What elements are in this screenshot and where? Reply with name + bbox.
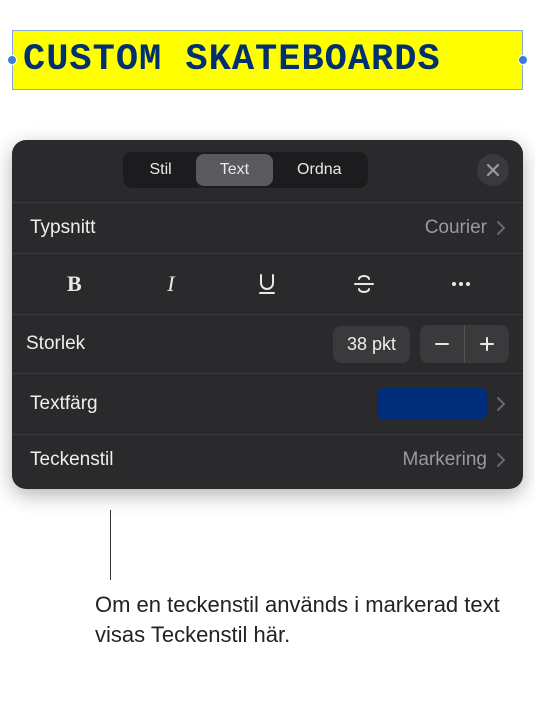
selected-text-box[interactable]: CUSTOM SKATEBOARDS	[12, 30, 523, 90]
tab-segmented-control: Stil Text Ordna	[123, 152, 367, 188]
size-stepper	[420, 325, 509, 363]
size-increase-button[interactable]	[465, 325, 509, 363]
plus-icon	[478, 335, 496, 353]
size-label: Storlek	[26, 333, 323, 355]
callout-text: Om en teckenstil används i markerad text…	[55, 545, 530, 649]
underline-icon	[255, 272, 279, 296]
strikethrough-icon	[352, 272, 376, 296]
chevron-right-icon	[497, 453, 505, 467]
ellipsis-icon	[449, 272, 473, 296]
font-row[interactable]: Typsnitt Courier	[12, 202, 523, 253]
format-panel: Stil Text Ordna Typsnitt Courier B I Sto…	[12, 140, 523, 489]
text-color-row[interactable]: Textfärg	[12, 373, 523, 434]
callout-leader-line	[110, 510, 111, 580]
resize-handle-left[interactable]	[7, 55, 17, 65]
size-value[interactable]: 38 pkt	[333, 326, 410, 363]
text-style-row: B I	[12, 253, 523, 314]
font-label: Typsnitt	[30, 217, 95, 239]
size-decrease-button[interactable]	[420, 325, 464, 363]
underline-button[interactable]	[239, 264, 295, 304]
bold-button[interactable]: B	[46, 264, 102, 304]
character-style-label: Teckenstil	[30, 449, 113, 471]
close-button[interactable]	[477, 154, 509, 186]
text-color-label: Textfärg	[30, 393, 98, 415]
character-style-value-container: Markering	[403, 449, 505, 471]
callout-annotation: Om en teckenstil används i markerad text…	[55, 545, 530, 649]
tab-text[interactable]: Text	[196, 154, 273, 186]
tab-arrange[interactable]: Ordna	[273, 154, 365, 186]
character-style-row[interactable]: Teckenstil Markering	[12, 434, 523, 485]
text-color-swatch[interactable]	[377, 388, 487, 420]
italic-button[interactable]: I	[143, 264, 199, 304]
chevron-right-icon	[497, 397, 505, 411]
tab-style[interactable]: Stil	[125, 154, 195, 186]
canvas-area: CUSTOM SKATEBOARDS	[0, 0, 535, 140]
character-style-value: Markering	[403, 449, 487, 471]
font-value-container: Courier	[425, 217, 505, 239]
font-value: Courier	[425, 217, 487, 239]
panel-header: Stil Text Ordna	[12, 152, 523, 202]
strikethrough-button[interactable]	[336, 264, 392, 304]
chevron-right-icon	[497, 221, 505, 235]
text-box-content[interactable]: CUSTOM SKATEBOARDS	[23, 39, 441, 81]
more-options-button[interactable]	[433, 264, 489, 304]
close-icon	[486, 163, 500, 177]
resize-handle-right[interactable]	[518, 55, 528, 65]
size-row: Storlek 38 pkt	[12, 314, 523, 373]
minus-icon	[433, 335, 451, 353]
text-color-value-container	[377, 388, 505, 420]
